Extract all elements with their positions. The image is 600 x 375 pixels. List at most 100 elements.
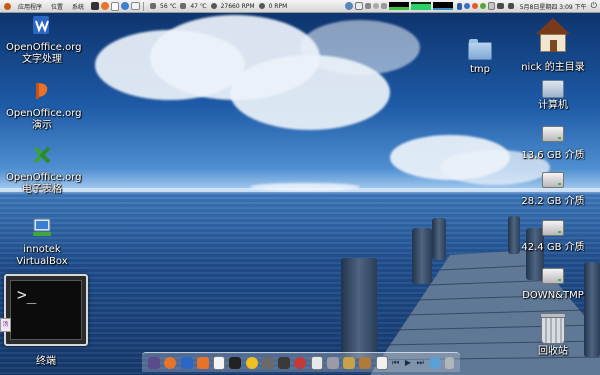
writer-label: OpenOffice.org文字处理: [6, 42, 82, 65]
drive-4-label: DOWN&TMP: [522, 290, 584, 301]
menu-applications[interactable]: 应用程序: [15, 0, 45, 12]
launcher-icons: [90, 0, 141, 12]
weather-icon[interactable]: [344, 2, 353, 10]
drive-3-label: 42.4 GB 介质: [521, 242, 585, 253]
dock-settings-icon[interactable]: [326, 356, 339, 369]
dock-writer-icon[interactable]: [180, 356, 193, 369]
drive-2-label: 28.2 GB 介质: [521, 196, 585, 207]
writer-icon: [33, 16, 49, 34]
dock-browser-icon[interactable]: [310, 355, 323, 370]
terminal-label: 终端: [36, 356, 56, 367]
dock-app-icon[interactable]: [148, 356, 160, 369]
dock-impress-icon[interactable]: [196, 356, 209, 369]
folder-icon: [468, 39, 492, 60]
trash-icon: [540, 313, 566, 344]
dock-media-icon[interactable]: [245, 356, 258, 369]
menu-places[interactable]: 位置: [48, 0, 66, 12]
chat-icon[interactable]: [479, 3, 486, 9]
dock-editor-icon[interactable]: [213, 355, 225, 370]
clock[interactable]: 5月8日星期四 3:09 下午: [520, 2, 587, 11]
desktop-icon-impress[interactable]: OpenOffice.org 演示: [6, 80, 82, 132]
terminal-launcher-icon[interactable]: [91, 2, 100, 10]
firefox-launcher-icon[interactable]: [101, 2, 110, 10]
update-icon[interactable]: [471, 3, 478, 9]
monitor-icon[interactable]: [496, 3, 504, 9]
network-icon[interactable]: [364, 3, 371, 9]
hard-drive-icon: [542, 268, 564, 284]
clipboard-icon[interactable]: [487, 2, 495, 10]
side-panel-tab[interactable]: 汤: [0, 318, 11, 332]
text-editor-launcher-icon[interactable]: [111, 1, 120, 11]
dock-bar: ⏮ ▶ ⏭: [142, 352, 460, 372]
notes-icon[interactable]: [354, 2, 363, 10]
dock-document-icon[interactable]: [375, 355, 388, 370]
desktop-icon-writer[interactable]: OpenOffice.org文字处理: [6, 14, 82, 66]
desktop-icon-home[interactable]: nick 的主目录: [518, 18, 588, 74]
desktop-icon-trash[interactable]: 回收站: [524, 313, 582, 358]
fan2-icon: [258, 0, 266, 12]
dock-camera-icon[interactable]: [278, 356, 290, 369]
computer-icon: [542, 80, 564, 98]
dock-folder-icon[interactable]: [343, 356, 355, 369]
top-panel: 应用程序 位置 系统 56 ℃ 47 ℃ 27660 RPM 0 RPM 5月8…: [0, 0, 600, 13]
dock-tool-icon[interactable]: [359, 356, 372, 369]
impress-icon: [36, 83, 48, 99]
trash-label: 回收站: [538, 346, 568, 357]
home-label: nick 的主目录: [521, 62, 585, 73]
drive-1-label: 13.6 GB 介质: [521, 150, 585, 161]
hard-drive-icon: [542, 172, 564, 188]
pier-post: [432, 218, 446, 260]
desktop-icon-drive-1[interactable]: 13.6 GB 介质: [516, 126, 590, 162]
desktop-icon-calc[interactable]: OpenOffice.org电子表格: [6, 144, 82, 196]
browser-launcher-icon[interactable]: [121, 2, 130, 10]
cpu-temp-icon: [149, 0, 157, 12]
settings-icon[interactable]: [372, 3, 379, 9]
dock-gauge-icon[interactable]: [428, 356, 441, 369]
dock-terminal-icon[interactable]: [229, 356, 242, 369]
separator: [143, 1, 145, 11]
previous-track-icon[interactable]: ⏮: [392, 358, 400, 367]
terminal-prompt: >_: [17, 285, 37, 304]
hard-drive-icon: [542, 126, 564, 142]
desktop-icon-computer[interactable]: 计算机: [520, 80, 586, 112]
computer-label: 计算机: [538, 100, 568, 111]
disk-icon[interactable]: [380, 3, 387, 9]
second-fan-speed: 0 RPM: [268, 2, 288, 10]
gpu-temp-icon: [179, 0, 187, 12]
power-icon[interactable]: ⏻: [591, 2, 597, 10]
terminal-launcher[interactable]: >_: [4, 274, 88, 346]
pier-post: [412, 228, 432, 284]
dock-firefox-icon[interactable]: [164, 356, 177, 369]
virtualbox-label: innotek VirtualBox: [16, 244, 68, 267]
impress-label: OpenOffice.org 演示: [6, 108, 82, 131]
desktop-icon-drive-3[interactable]: 42.4 GB 介质: [516, 220, 590, 254]
home-icon: [536, 18, 570, 52]
dock-trash-icon[interactable]: [444, 356, 454, 369]
cpu-temp: 56 ℃: [160, 2, 177, 10]
volume-icon[interactable]: [507, 3, 514, 9]
fan-speed: 27660 RPM: [220, 2, 255, 10]
play-icon[interactable]: ▶: [404, 358, 412, 367]
desktop-icon-tmp[interactable]: tmp: [456, 39, 504, 76]
network-load-graph[interactable]: [432, 2, 453, 10]
virtualbox-icon: [33, 218, 51, 236]
desktop-icon-drive-4[interactable]: DOWN&TMP: [516, 268, 590, 302]
fan-icon: [210, 0, 218, 12]
dock-mail-icon[interactable]: [261, 356, 274, 369]
memory-load-graph[interactable]: [410, 2, 431, 10]
mail-launcher-icon[interactable]: [131, 2, 141, 10]
top-panel-right: 5月8日星期四 3:09 下午 ⏻: [344, 2, 600, 11]
calc-label: OpenOffice.org电子表格: [6, 172, 82, 195]
pier-post: [341, 258, 377, 358]
bluetooth-icon[interactable]: [456, 2, 462, 10]
hard-drive-icon: [542, 220, 564, 236]
cpu-load-graph[interactable]: [388, 2, 409, 10]
desktop-icon-virtualbox[interactable]: innotek VirtualBox: [6, 216, 78, 268]
desktop-icon-drive-2[interactable]: 28.2 GB 介质: [516, 172, 590, 208]
help-icon[interactable]: [463, 3, 470, 9]
menu-system[interactable]: 系统: [69, 0, 87, 12]
next-track-icon[interactable]: ⏭: [416, 358, 424, 367]
terminal-icon: >_: [10, 280, 82, 340]
dock-chat-icon[interactable]: [294, 356, 307, 369]
ubuntu-logo-icon[interactable]: [3, 0, 12, 12]
